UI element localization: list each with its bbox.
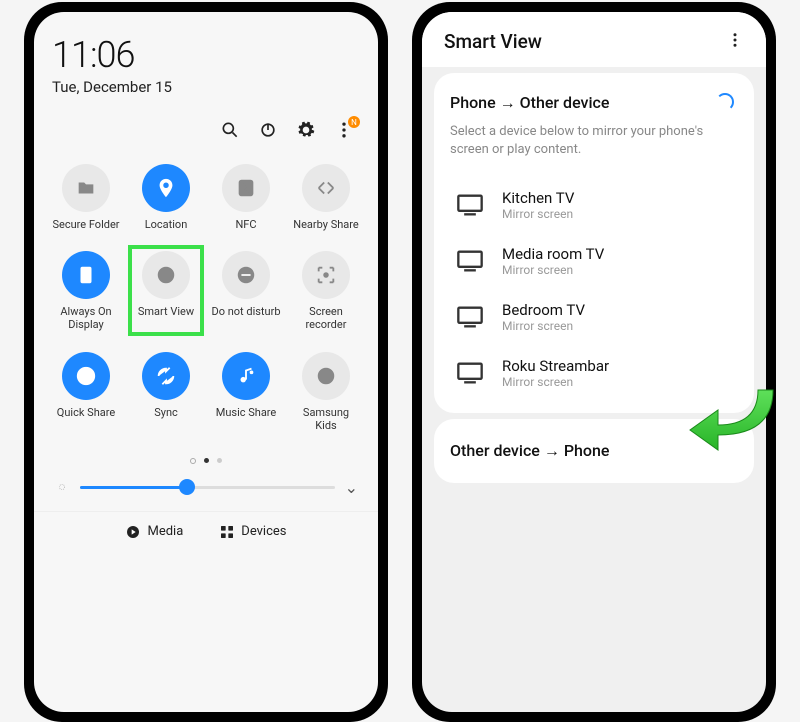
brightness-slider[interactable]: [80, 486, 335, 489]
device-name: Roku Streambar: [502, 357, 609, 375]
tile-screen-recorder[interactable]: Screen recorder: [286, 243, 366, 337]
tile-label: Location: [145, 218, 188, 231]
power-icon[interactable]: [258, 120, 278, 140]
smart-view-icon: [142, 251, 190, 299]
devices-button[interactable]: Devices: [219, 524, 286, 540]
device-name: Media room TV: [502, 245, 604, 263]
do-not-disturb-icon: [222, 251, 270, 299]
brightness-icon: [54, 479, 70, 495]
tile-label: Screen recorder: [291, 305, 361, 331]
smart-view-header: Smart View: [422, 12, 766, 67]
tile-label: Nearby Share: [293, 218, 358, 231]
tile-label: Samsung Kids: [291, 406, 361, 432]
clock-date: Tue, December 15: [52, 78, 360, 96]
tile-always-on-display[interactable]: Always On Display: [46, 243, 126, 337]
device-name: Kitchen TV: [502, 189, 574, 207]
more-icon[interactable]: [726, 31, 744, 53]
badge-new: N: [348, 116, 360, 128]
page-indicator[interactable]: [34, 444, 378, 472]
tile-secure-folder[interactable]: Secure Folder: [46, 156, 126, 237]
location-icon: [142, 164, 190, 212]
tile-nearby-share[interactable]: Nearby Share: [286, 156, 366, 237]
music-share-icon: [222, 352, 270, 400]
tile-sync[interactable]: Sync: [126, 344, 206, 438]
bottom-bar: Media Devices: [34, 511, 378, 552]
tile-samsung-kids[interactable]: Samsung Kids: [286, 344, 366, 438]
search-icon[interactable]: [220, 120, 240, 140]
tile-label: Smart View: [138, 305, 194, 318]
reverse-card[interactable]: Other device → Phone: [434, 419, 754, 483]
devices-card: Phone → Other device Select a device bel…: [434, 73, 754, 413]
tile-quick-share[interactable]: Quick Share: [46, 344, 126, 438]
tile-label: Sync: [154, 406, 178, 419]
quick-settings-screen: 11:06 Tue, December 15 N Secure Folder Lo…: [34, 12, 378, 712]
section-title: Other device → Phone: [450, 441, 738, 461]
section-title: Phone → Other device: [450, 93, 738, 113]
tile-label: NFC: [235, 218, 256, 231]
device-name: Bedroom TV: [502, 301, 585, 319]
device-sub: Mirror screen: [502, 375, 609, 389]
tile-label: Quick Share: [57, 406, 115, 419]
device-item[interactable]: Kitchen TVMirror screen: [450, 177, 738, 233]
loading-spinner-icon: [716, 93, 734, 111]
tile-label: Always On Display: [51, 305, 121, 331]
tv-icon: [456, 305, 484, 329]
tile-nfc[interactable]: NFC: [206, 156, 286, 237]
media-label: Media: [147, 524, 183, 539]
tile-label: Secure Folder: [52, 218, 119, 231]
quick-settings-grid: Secure Folder Location NFC Nearby Share Alwa…: [34, 150, 378, 444]
samsung-kids-icon: [302, 352, 350, 400]
device-item[interactable]: Media room TVMirror screen: [450, 233, 738, 289]
tv-icon: [456, 249, 484, 273]
tv-icon: [456, 193, 484, 217]
always-on-display-icon: [62, 251, 110, 299]
gear-icon[interactable]: [296, 120, 316, 140]
tile-location[interactable]: Location: [126, 156, 206, 237]
nearby-share-icon: [302, 164, 350, 212]
brightness-row: ⌄: [34, 472, 378, 511]
media-button[interactable]: Media: [125, 524, 183, 540]
tv-icon: [456, 361, 484, 385]
tile-smart-view[interactable]: Smart View: [126, 243, 206, 337]
page-dot: [217, 458, 222, 463]
tile-label: Music Share: [216, 406, 277, 419]
phone-frame-left: 11:06 Tue, December 15 N Secure Folder Lo…: [24, 2, 388, 722]
device-sub: Mirror screen: [502, 319, 585, 333]
clock-time: 11:06: [52, 34, 360, 76]
tile-music-share[interactable]: Music Share: [206, 344, 286, 438]
device-sub: Mirror screen: [502, 263, 604, 277]
tile-do-not-disturb[interactable]: Do not disturb: [206, 243, 286, 337]
section-subtitle: Select a device below to mirror your pho…: [450, 123, 738, 159]
phone-frame-right: Smart View Phone → Other device Select a…: [412, 2, 776, 722]
screen-recorder-icon: [302, 251, 350, 299]
device-sub: Mirror screen: [502, 207, 574, 221]
header-actions: N: [34, 100, 378, 150]
page-dot: [190, 458, 196, 464]
device-item[interactable]: Bedroom TVMirror screen: [450, 289, 738, 345]
chevron-down-icon[interactable]: ⌄: [345, 478, 358, 497]
tile-label: Do not disturb: [211, 305, 280, 318]
page-dot: [204, 458, 209, 463]
quick-share-icon: [62, 352, 110, 400]
page-title: Smart View: [444, 30, 542, 53]
nfc-icon: [222, 164, 270, 212]
clock-header: 11:06 Tue, December 15: [34, 12, 378, 100]
devices-label: Devices: [241, 524, 286, 539]
smart-view-screen: Smart View Phone → Other device Select a…: [422, 12, 766, 712]
more-icon[interactable]: N: [334, 120, 354, 140]
device-item[interactable]: Roku StreambarMirror screen: [450, 345, 738, 401]
sync-icon: [142, 352, 190, 400]
secure-folder-icon: [62, 164, 110, 212]
